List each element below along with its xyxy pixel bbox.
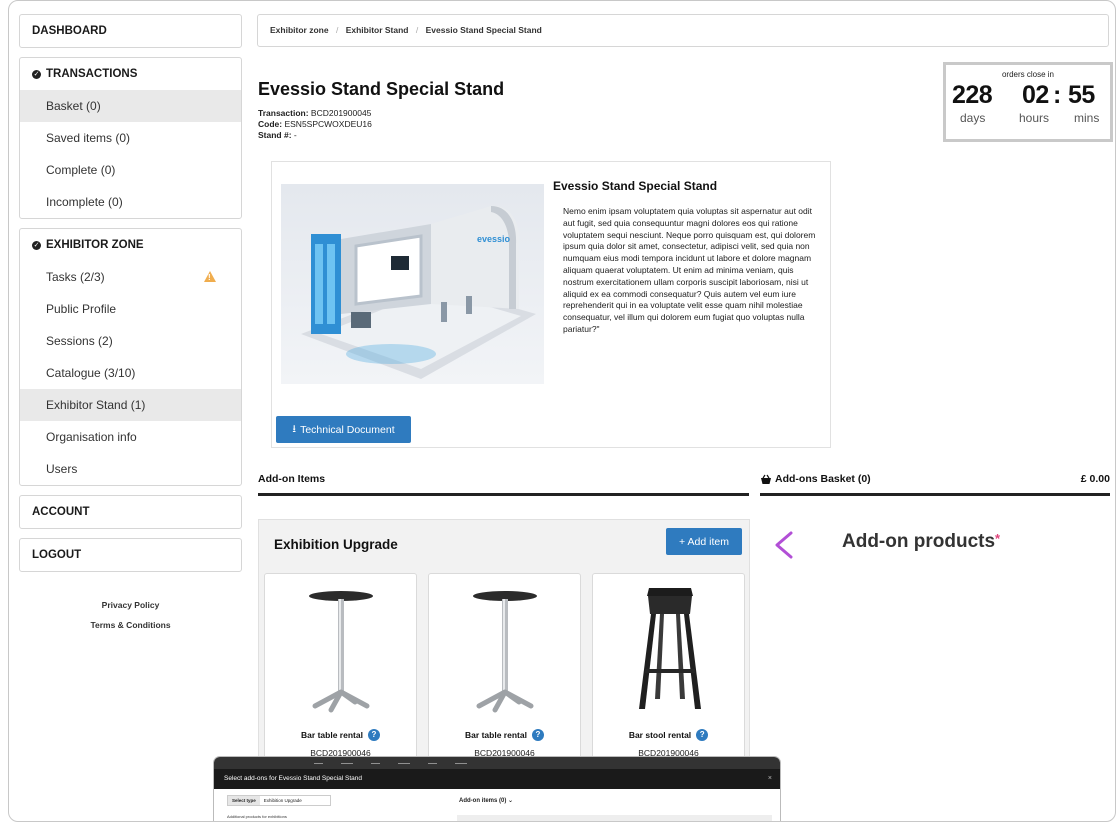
modal-nav-strip: ▬▬▬ ▬▬▬▬ ▬▬▬ ▬▬▬▬ ▬▬▬ ▬▬▬▬ (214, 757, 780, 769)
download-icon: ⭳ (292, 422, 297, 435)
stand-brand-logo: evessio (477, 234, 511, 244)
modal-title: Select add-ons for Evessio Stand Special… (224, 775, 363, 782)
code-value: ESN5SPCWOXDEU16 (284, 119, 372, 129)
addon-items-heading: Add-on Items (258, 473, 326, 485)
countdown-hours: 02 (1022, 81, 1049, 109)
technical-document-label: Technical Document (300, 423, 395, 436)
breadcrumb-separator: / (415, 25, 419, 35)
addons-basket-title: Add-ons Basket (0) (775, 473, 871, 485)
sidebar-item-complete[interactable]: Complete (0) (20, 154, 241, 186)
breadcrumb-separator: / (335, 25, 339, 35)
sidebar-item-incomplete[interactable]: Incomplete (0) (20, 186, 241, 218)
sidebar-item-saved-items[interactable]: Saved items (0) (20, 122, 241, 154)
sidebar-item-sessions[interactable]: Sessions (2) (20, 325, 241, 357)
transactions-heading[interactable]: ✓ TRANSACTIONS (20, 58, 241, 90)
select-type-value[interactable]: Exhibition Upgrade (260, 796, 330, 805)
exhibition-upgrade-title: Exhibition Upgrade (274, 537, 398, 552)
modal-addon-items-toggle[interactable]: Add-on items (0) ⌄ (459, 797, 513, 804)
stand-label: Stand #: (258, 130, 292, 140)
breadcrumb-exhibitor-zone[interactable]: Exhibitor zone (270, 25, 329, 35)
modal-table-header (457, 815, 772, 821)
addon-product-name: Bar stool rental ? (593, 729, 744, 741)
add-item-button[interactable]: + Add item (666, 528, 742, 555)
breadcrumb: Exhibitor zone / Exhibitor Stand / Evess… (257, 14, 1109, 47)
breadcrumb-exhibitor-stand[interactable]: Exhibitor Stand (346, 25, 409, 35)
product-card: evessio Evessio Stand Special Stand Nemo… (271, 161, 831, 448)
modal-header: Select add-ons for Evessio Stand Special… (214, 769, 780, 789)
stand-value: - (293, 130, 297, 140)
bar-table-image (473, 591, 537, 713)
chevron-circle-icon: ✓ (32, 240, 41, 250)
modal-subtext: Additional products for exhibitions (227, 814, 287, 819)
exhibition-stand-illustration: evessio (301, 205, 536, 379)
bar-stool-image (639, 588, 701, 709)
sidebar-dashboard[interactable]: DASHBOARD (19, 14, 242, 48)
sidebar-logout[interactable]: LOGOUT (19, 538, 242, 572)
sidebar-exhibitor-zone-section: ✓ EXHIBITOR ZONE Tasks (2/3) ! Public Pr… (19, 228, 242, 486)
chevron-circle-icon: ✓ (32, 69, 41, 79)
stand-image: evessio (281, 184, 544, 384)
sidebar-item-organisation-info[interactable]: Organisation info (20, 421, 241, 453)
transactions-heading-label: TRANSACTIONS (46, 68, 138, 80)
select-addons-modal: ▬▬▬ ▬▬▬▬ ▬▬▬ ▬▬▬▬ ▬▬▬ ▬▬▬▬ Select add-ons for… (214, 757, 780, 821)
exhibitor-zone-heading[interactable]: ✓ EXHIBITOR ZONE (20, 229, 241, 261)
sidebar-transactions-section: ✓ TRANSACTIONS Basket (0) Saved items (0… (19, 57, 242, 219)
order-countdown: orders close in 228 days 02 : hours 55 m… (943, 62, 1113, 142)
countdown-mins: 55 (1068, 81, 1095, 109)
terms-link[interactable]: Terms & Conditions (19, 620, 242, 630)
bar-table-image (309, 591, 373, 713)
page-title: Evessio Stand Special Stand (258, 79, 505, 99)
close-icon[interactable]: × (768, 769, 772, 789)
sidebar-item-exhibitor-stand[interactable]: Exhibitor Stand (1) (20, 389, 241, 421)
warning-icon: ! (204, 271, 216, 282)
logout-link[interactable]: LOGOUT (20, 539, 241, 571)
select-type-label: Select type (228, 796, 260, 805)
sidebar-item-basket[interactable]: Basket (0) (20, 90, 241, 122)
select-type-field[interactable]: Select type Exhibition Upgrade (227, 795, 331, 806)
exhibitor-zone-heading-label: EXHIBITOR ZONE (46, 239, 144, 251)
countdown-hours-unit: hours (1019, 111, 1050, 125)
sidebar: DASHBOARD ✓ TRANSACTIONS Basket (0) Save… (19, 14, 242, 640)
countdown-days-unit: days (960, 111, 986, 125)
annotation-label: Add-on products* (842, 531, 1001, 552)
sidebar-item-label: Tasks (2/3) (46, 270, 105, 284)
addon-items-divider (258, 493, 749, 496)
transaction-value: BCD201900045 (310, 108, 372, 118)
account-link[interactable]: ACCOUNT (20, 496, 241, 528)
addons-basket-header: Add-ons Basket (0) £ 0.00 (760, 473, 1110, 485)
sidebar-item-catalogue[interactable]: Catalogue (3/10) (20, 357, 241, 389)
addon-product-name: Bar table rental ? (265, 729, 416, 741)
breadcrumb-current: Evessio Stand Special Stand (425, 25, 542, 35)
transaction-meta: Transaction: BCD201900045 Code: ESN5SPCW… (258, 108, 372, 141)
addons-basket-total: £ 0.00 (1080, 473, 1110, 485)
sidebar-item-public-profile[interactable]: Public Profile (20, 293, 241, 325)
annotation-star: * (995, 531, 1001, 546)
sidebar-item-tasks[interactable]: Tasks (2/3) ! (20, 261, 241, 293)
addons-basket-divider (760, 493, 1110, 496)
code-label: Code: (258, 119, 283, 129)
addon-product-name: Bar table rental ? (429, 729, 580, 741)
sidebar-item-users[interactable]: Users (20, 453, 241, 485)
help-icon[interactable]: ? (367, 729, 380, 741)
help-icon[interactable]: ? (696, 729, 709, 741)
privacy-policy-link[interactable]: Privacy Policy (19, 600, 242, 610)
transaction-label: Transaction: (258, 108, 309, 118)
countdown-mins-unit: mins (1074, 111, 1100, 125)
technical-document-button[interactable]: ⭳ Technical Document (276, 416, 411, 443)
countdown-separator: : (1053, 81, 1061, 109)
countdown-days: 228 (952, 81, 993, 109)
app-window: DASHBOARD ✓ TRANSACTIONS Basket (0) Save… (8, 0, 1116, 822)
product-description: Nemo enim ipsam voluptatem quia voluptas… (563, 206, 816, 334)
countdown-label: orders close in (1001, 70, 1055, 79)
sidebar-account[interactable]: ACCOUNT (19, 495, 242, 529)
basket-icon (761, 474, 771, 484)
dashboard-link[interactable]: DASHBOARD (20, 15, 241, 47)
product-name: Evessio Stand Special Stand (553, 179, 718, 193)
modal-body: Select type Exhibition Upgrade Additiona… (214, 789, 780, 821)
help-icon[interactable]: ? (531, 729, 544, 741)
sidebar-footer-links: Privacy Policy Terms & Conditions (19, 600, 242, 630)
